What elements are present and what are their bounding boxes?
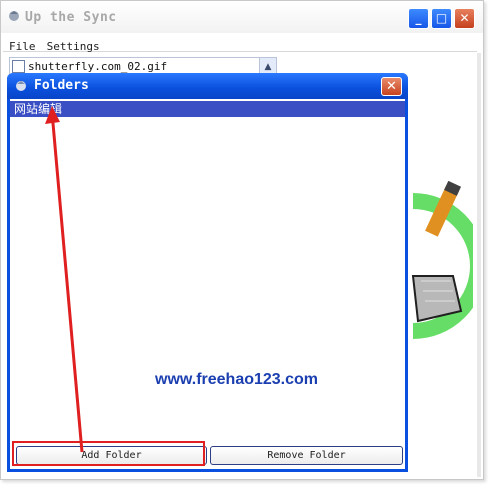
folder-list[interactable]: 网站编辑 www.freehao123.com Add Folder Remov…	[10, 99, 405, 469]
menu-file[interactable]: File	[9, 40, 36, 53]
add-folder-button[interactable]: Add Folder	[16, 446, 207, 465]
dialog-close-button[interactable]: ✕	[381, 77, 402, 96]
dialog-app-icon	[16, 81, 26, 91]
maximize-button[interactable]: □	[431, 8, 452, 29]
remove-folder-button[interactable]: Remove Folder	[210, 446, 403, 465]
file-checkbox[interactable]	[12, 60, 25, 73]
file-name: shutterfly.com_02.gif	[28, 60, 168, 73]
folders-dialog: Folders ✕ 网站编辑 www.freehao123.com Add Fo…	[7, 73, 408, 472]
dialog-title: Folders	[34, 78, 89, 93]
app-icon	[9, 11, 19, 21]
menu-settings[interactable]: Settings	[47, 40, 100, 53]
menu-bar: File Settings	[3, 35, 477, 53]
minimize-button[interactable]: _	[408, 8, 429, 29]
window-title: Up the Sync	[25, 10, 117, 25]
main-title-bar[interactable]: Up the Sync _ □ ✕	[1, 1, 483, 33]
folder-list-item[interactable]: 网站编辑	[10, 101, 405, 117]
dialog-title-bar[interactable]: Folders ✕	[7, 73, 408, 99]
window-scrollbar[interactable]	[477, 53, 481, 477]
watermark-text: www.freehao123.com	[155, 371, 319, 388]
close-button[interactable]: ✕	[454, 8, 475, 29]
